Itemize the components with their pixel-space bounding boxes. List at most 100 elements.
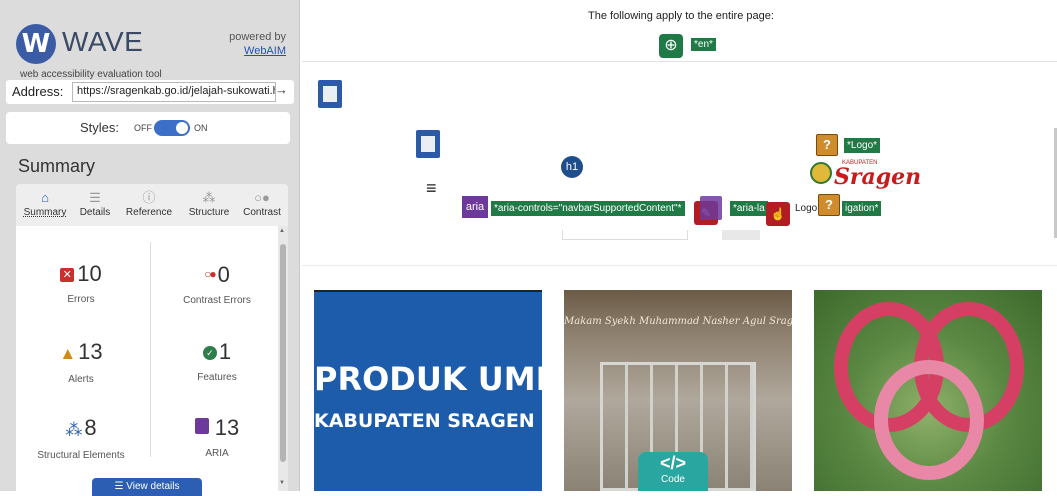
aria-controls-tag: *aria-controls="navbarSupportedContent"* bbox=[491, 201, 685, 216]
view-details-label: View details bbox=[126, 481, 180, 492]
structure-icon: ⁂ bbox=[65, 420, 83, 439]
summary-heading: Summary bbox=[18, 156, 96, 176]
structure-icon: ⁂ bbox=[202, 190, 216, 205]
card-row: PRODUK UMKM KABUPATEN SRAGEN Makam Syekh… bbox=[302, 290, 1057, 491]
search-input[interactable] bbox=[562, 230, 688, 240]
panel-tabs: ⌂ Summary ☰ Details ⓘ Reference ⁂ Struct… bbox=[16, 184, 288, 226]
alerts-label: Alerts bbox=[68, 374, 94, 385]
styles-toggle[interactable] bbox=[154, 120, 190, 136]
list-icon: ☰ bbox=[89, 190, 101, 205]
umkm-subtitle: KABUPATEN SRAGEN bbox=[314, 410, 535, 432]
errors-count-row: ✕ 10 bbox=[16, 260, 146, 288]
error-icon: ✕ bbox=[60, 268, 75, 282]
hamburger-menu-icon[interactable]: ≡ bbox=[426, 178, 437, 199]
webaim-link[interactable]: WebAIM bbox=[244, 45, 286, 57]
globe-icon[interactable]: ⊕ bbox=[659, 34, 683, 58]
features-count-row: ✓ 1 bbox=[152, 338, 282, 366]
view-details-button[interactable]: ☰ View details bbox=[92, 478, 202, 496]
aria-label-tag: *aria-la bbox=[730, 201, 768, 216]
stats-divider bbox=[150, 242, 151, 457]
alert-question-icon[interactable]: ? bbox=[816, 134, 838, 156]
structural-count-row: ⁂8 bbox=[16, 414, 146, 444]
umkm-title: PRODUK UMKM bbox=[314, 360, 542, 398]
toggle-knob bbox=[176, 122, 188, 134]
code-view-button[interactable]: </> Code bbox=[638, 452, 708, 491]
wave-sidebar: W WAVE powered by WebAIM web accessibili… bbox=[0, 0, 300, 496]
brand-name[interactable]: Sragen bbox=[834, 164, 921, 190]
styles-toggle-box: Styles: OFF ON bbox=[6, 112, 290, 144]
panel-scrollbar[interactable]: ▲ ▼ bbox=[278, 226, 288, 491]
features-count: 1 bbox=[218, 339, 232, 364]
tab-structure-label: Structure bbox=[188, 207, 230, 218]
features-label: Features bbox=[197, 372, 237, 383]
alerts-count: 13 bbox=[78, 339, 103, 364]
powered-by: powered by WebAIM bbox=[229, 30, 286, 58]
header-region-icon[interactable] bbox=[318, 80, 342, 108]
structural-count: 8 bbox=[84, 415, 97, 440]
errors-label: Errors bbox=[67, 294, 95, 305]
navigation-region-icon[interactable] bbox=[416, 130, 440, 158]
contrast-errors-count: 0 bbox=[217, 262, 230, 287]
tab-reference[interactable]: ⓘ Reference bbox=[116, 184, 182, 226]
card-makam-gate[interactable]: Makam Syekh Muhammad Nasher Agul Sragenw… bbox=[564, 290, 792, 491]
contrast-count-row: ○● 0 bbox=[152, 260, 282, 289]
tab-structure[interactable]: ⁂ Structure bbox=[182, 184, 236, 226]
tab-summary[interactable]: ⌂ Summary bbox=[16, 184, 74, 226]
tab-contrast[interactable]: ○● Contrast bbox=[236, 184, 288, 226]
code-icon: </> bbox=[659, 453, 687, 473]
aria-count: 13 bbox=[214, 415, 240, 440]
site-header: h1 ≡ aria *aria-controls="navbarSupporte… bbox=[302, 64, 1057, 266]
address-input[interactable]: https://sragenkab.go.id/jelajah-sukowati… bbox=[72, 82, 276, 102]
arrow-right-icon[interactable]: → bbox=[275, 82, 288, 97]
tab-details[interactable]: ☰ Details bbox=[74, 184, 116, 226]
aria-label-icon[interactable] bbox=[700, 196, 722, 220]
tab-summary-label: Summary bbox=[23, 207, 67, 218]
contrast-error-icon: ○● bbox=[204, 267, 216, 281]
stat-alerts[interactable]: ▲13 Alerts bbox=[16, 338, 146, 418]
scroll-up-icon[interactable]: ▲ bbox=[279, 228, 285, 234]
errors-count: 10 bbox=[77, 261, 102, 286]
heading-h1-icon[interactable]: h1 bbox=[561, 156, 583, 178]
scroll-down-icon[interactable]: ▼ bbox=[279, 480, 285, 486]
address-bar: Address: https://sragenkab.go.id/jelajah… bbox=[6, 80, 294, 104]
tab-contrast-label: Contrast bbox=[243, 207, 281, 218]
styles-off-label: OFF bbox=[134, 123, 152, 133]
summary-panel: ✕ 10 Errors ○● 0 Contrast Errors ▲13 Alert… bbox=[16, 226, 288, 496]
logo-link-text: Logo bbox=[792, 201, 821, 216]
tab-reference-label: Reference bbox=[125, 207, 173, 218]
search-button[interactable] bbox=[722, 230, 760, 240]
alerts-count-row: ▲13 bbox=[16, 338, 146, 368]
card-heart-garden[interactable] bbox=[814, 290, 1042, 491]
wave-logo-icon: W bbox=[16, 24, 56, 64]
tab-details-label: Details bbox=[79, 207, 111, 218]
address-label: Address: bbox=[12, 84, 64, 99]
aria-icon bbox=[194, 418, 209, 434]
card-produk-umkm[interactable]: PRODUK UMKM KABUPATEN SRAGEN bbox=[314, 290, 542, 491]
structural-label: Structural Elements bbox=[37, 450, 125, 461]
wave-logo[interactable]: W WAVE powered by WebAIM web accessibili… bbox=[16, 24, 286, 80]
styles-label: Styles: bbox=[80, 120, 120, 135]
feature-check-icon: ✓ bbox=[202, 346, 217, 360]
heart-arch-inner bbox=[874, 360, 984, 480]
stat-errors[interactable]: ✕ 10 Errors bbox=[16, 260, 146, 340]
aria-label: ARIA bbox=[205, 448, 229, 459]
home-icon: ⌂ bbox=[41, 190, 49, 205]
sragen-logo-icon[interactable] bbox=[810, 162, 832, 184]
stat-features[interactable]: ✓ 1 Features bbox=[152, 338, 282, 418]
wave-tagline: web accessibility evaluation tool bbox=[20, 69, 162, 80]
page-level-note-text: The following apply to the entire page: bbox=[588, 10, 774, 22]
powered-by-text: powered by bbox=[229, 31, 286, 43]
stat-contrast-errors[interactable]: ○● 0 Contrast Errors bbox=[152, 260, 282, 340]
code-label: Code bbox=[661, 474, 685, 485]
info-icon: ⓘ bbox=[142, 190, 156, 205]
contrast-icon: ○● bbox=[254, 190, 270, 205]
alert-icon: ▲ bbox=[59, 344, 77, 363]
page-preview: The following apply to the entire page: … bbox=[302, 0, 1057, 491]
contrast-errors-label: Contrast Errors bbox=[183, 295, 251, 306]
list-icon: ☰ bbox=[114, 481, 127, 492]
scroll-thumb[interactable] bbox=[280, 244, 286, 462]
alert-question-icon[interactable]: ? bbox=[818, 194, 840, 216]
error-link-icon[interactable]: ☝ bbox=[766, 202, 790, 226]
aria-icon[interactable]: aria bbox=[462, 196, 488, 218]
wave-logo-text: WAVE bbox=[62, 26, 144, 57]
